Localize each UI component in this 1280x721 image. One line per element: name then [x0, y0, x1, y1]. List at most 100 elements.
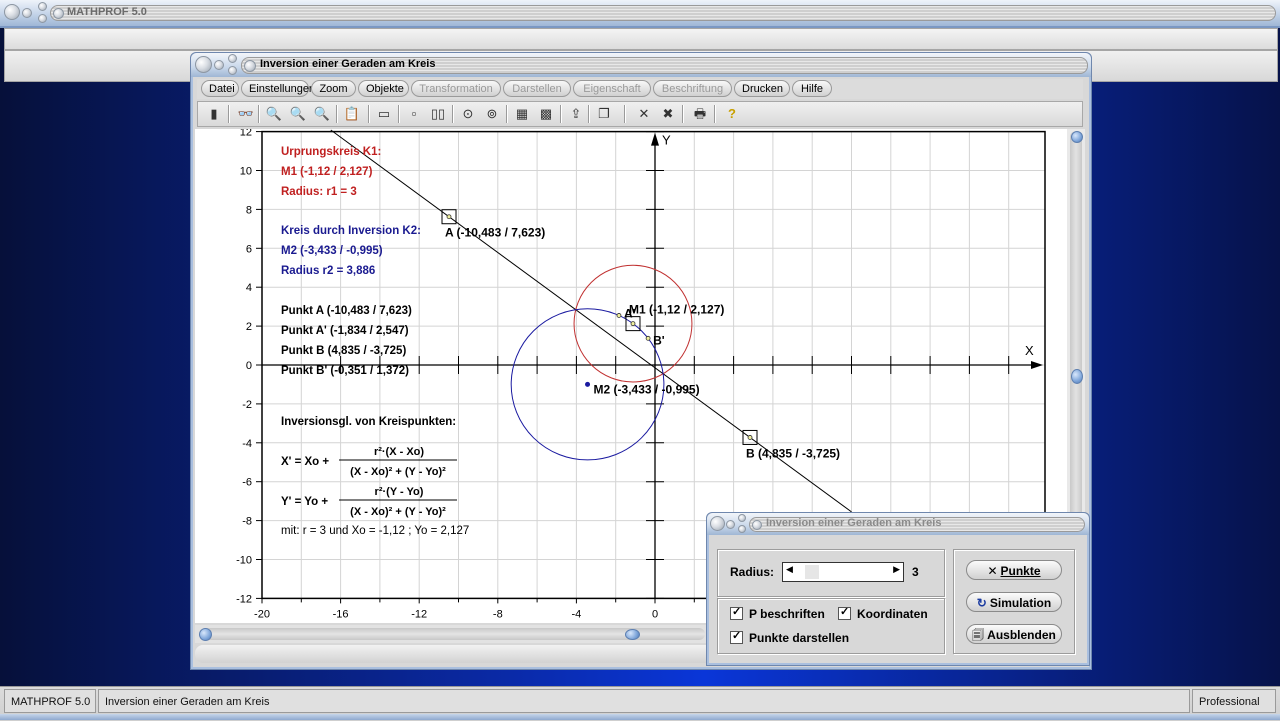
radius-group: Radius: ◀ ▶ 3	[717, 549, 945, 597]
equation-x-denominator: (X - Xo)² + (Y - Yo)²	[350, 466, 446, 478]
window-title-strip: Inversion einer Geraden am Kreis	[241, 57, 1088, 74]
circle-button-2-icon[interactable]: ⊚	[482, 105, 502, 123]
slider-left-arrow-icon[interactable]: ◀	[786, 564, 793, 575]
toolbar-separator	[506, 105, 508, 123]
y-tick-label: -4	[242, 438, 252, 450]
printer-icon[interactable]: 🖶	[690, 105, 710, 123]
checkbox-checked-icon[interactable]	[838, 605, 851, 620]
image-export-icon[interactable]: ▩	[536, 105, 556, 123]
simulation-button[interactable]: ↻ Simulation	[966, 592, 1062, 612]
page-arrow-icon[interactable]: ⇪	[566, 105, 586, 123]
ausblenden-label: Ausblenden	[987, 628, 1056, 642]
cross-1-icon[interactable]: ✕	[634, 105, 654, 123]
ausblenden-button[interactable]: 🗐 Ausblenden	[966, 624, 1062, 644]
annotation-k2: Radius r2 = 3,886	[281, 265, 375, 277]
y-axis-label: Y	[662, 133, 671, 148]
equation-y-numerator: r²·(Y - Yo)	[375, 486, 424, 498]
zoom-in-icon[interactable]: 🔍	[312, 105, 332, 123]
menu-datei[interactable]: Datei	[201, 80, 239, 97]
menu-hilfe[interactable]: Hilfe	[792, 80, 832, 97]
zoom-out-icon[interactable]: 🔍	[264, 105, 284, 123]
dialog-title-strip: Inversion einer Geraden am Kreis	[749, 517, 1085, 532]
punkte-label: Punkte	[1000, 564, 1041, 578]
table-icon[interactable]: ▦	[512, 105, 532, 123]
maximize-button[interactable]	[38, 2, 47, 11]
minimize-button[interactable]	[22, 8, 32, 18]
panel-icon[interactable]: ▭	[374, 105, 394, 123]
horizontal-scroll-thumb[interactable]	[625, 629, 640, 640]
y-tick-label: 2	[246, 321, 252, 333]
circle-button-1-icon[interactable]: ⊙	[458, 105, 478, 123]
window-minimize-button[interactable]	[214, 60, 224, 70]
annotation-k2: Kreis durch Inversion K2:	[281, 225, 421, 237]
equation-params: mit: r = 3 und Xo = -1,12 ; Yo = 2,127	[281, 525, 469, 537]
single-frame-icon[interactable]: ▫	[404, 105, 424, 123]
annotation-point: Punkt A' (-1,834 / 2,547)	[281, 325, 409, 337]
cross-2-icon[interactable]: ✖	[658, 105, 678, 123]
menu-beschriftung[interactable]: Beschriftung	[653, 80, 732, 97]
menu-objekte[interactable]: Objekte	[358, 80, 409, 97]
point-label: A (-10,483 / 7,623)	[445, 226, 545, 240]
menu-einstellungen[interactable]: Einstellungen	[241, 80, 315, 97]
x-tick-label: -4	[572, 608, 582, 620]
double-frame-icon[interactable]: ▯▯	[428, 105, 448, 123]
menu-zoom[interactable]: Zoom	[311, 80, 356, 97]
window-close-button[interactable]	[228, 66, 237, 75]
close-button[interactable]	[38, 14, 47, 23]
zoom-reset-icon[interactable]: 🔍	[288, 105, 308, 123]
checkbox-punkte-darstellen[interactable]: Punkte darstellen	[730, 629, 849, 645]
x-tick-label: -16	[333, 608, 349, 620]
window-bottom-bar	[195, 645, 709, 663]
y-tick-label: -2	[242, 399, 252, 411]
dialog-title: Inversion einer Geraden am Kreis	[766, 517, 942, 529]
punkte-button[interactable]: ✕ Punkte	[966, 560, 1062, 580]
dialog-minimize-button[interactable]	[726, 520, 735, 529]
y-tick-label: 10	[240, 166, 252, 178]
checkbox-p-beschriften[interactable]: P beschriften	[730, 605, 825, 621]
dialog-maximize-button[interactable]	[738, 514, 746, 522]
horizontal-scrollbar[interactable]	[195, 625, 709, 643]
status-app: MATHPROF 5.0	[4, 689, 96, 713]
radius-slider[interactable]: ◀ ▶	[782, 562, 904, 582]
checkbox-checked-icon[interactable]	[730, 605, 743, 620]
y-tick-label: 6	[246, 243, 252, 255]
checkbox-koordinaten[interactable]: Koordinaten	[838, 605, 928, 621]
inversion-dialog: Inversion einer Geraden am Kreis Radius:…	[706, 512, 1090, 666]
point-label: M2 (-3,433 / -0,995)	[594, 382, 700, 396]
radius-slider-thumb[interactable]	[804, 565, 819, 579]
pages-icon[interactable]: ❐	[594, 105, 614, 123]
annotation-k1: Urprungskreis K1:	[281, 146, 381, 158]
vertical-scroll-top-button[interactable]	[1071, 131, 1083, 143]
menu-darstellen[interactable]: Darstellen	[503, 80, 571, 97]
dialog-system-button[interactable]	[710, 516, 725, 531]
refresh-icon: ↻	[976, 596, 987, 610]
system-menu-button[interactable]	[4, 4, 20, 20]
glasses-icon[interactable]: 👓	[236, 105, 256, 123]
equation-x-lhs: X' = Xo +	[281, 456, 329, 468]
clipboard-icon[interactable]: 📋	[342, 105, 362, 123]
x-axis-arrow-icon	[1031, 361, 1043, 369]
horizontal-scroll-left-button[interactable]	[199, 628, 212, 641]
help-icon[interactable]: ?	[722, 105, 742, 123]
toolbar-separator	[336, 105, 338, 123]
window-system-button[interactable]	[195, 56, 212, 73]
window-icon[interactable]: ▮	[204, 105, 224, 123]
y-tick-label: 8	[246, 204, 252, 216]
app-titlebar: MATHPROF 5.0	[0, 0, 1280, 28]
menu-drucken[interactable]: Drucken	[734, 80, 790, 97]
vertical-scroll-thumb[interactable]	[1071, 369, 1083, 384]
title-knob-icon	[53, 8, 64, 19]
annotation-point: Punkt B (4,835 / -3,725)	[281, 345, 406, 357]
checkbox-checked-icon[interactable]	[730, 629, 743, 644]
y-tick-label: -6	[242, 477, 252, 489]
window-title: Inversion einer Geraden am Kreis	[260, 58, 436, 70]
slider-right-arrow-icon[interactable]: ▶	[893, 564, 900, 575]
status-document: Inversion einer Geraden am Kreis	[98, 689, 1190, 713]
point-label: B'	[653, 333, 665, 347]
y-tick-label: 0	[246, 360, 252, 372]
menu-transformation[interactable]: Transformation	[411, 80, 501, 97]
status-edition: Professional	[1192, 689, 1276, 713]
window-maximize-button[interactable]	[228, 54, 237, 63]
dialog-close-button[interactable]	[738, 525, 746, 533]
menu-eigenschaft[interactable]: Eigenschaft	[573, 80, 651, 97]
